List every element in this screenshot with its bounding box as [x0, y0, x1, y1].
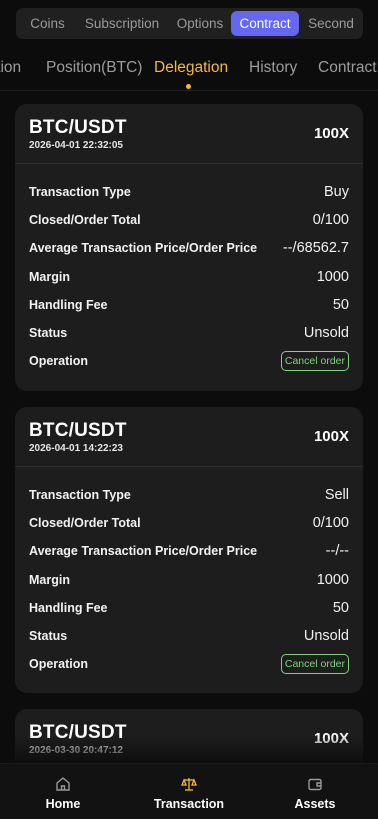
bottom-navigation: Home Transaction Assets: [0, 763, 378, 819]
operation-label: Operation: [29, 657, 89, 672]
detail-value: 50: [332, 599, 349, 616]
detail-label: Average Transaction Price/Order Price: [29, 544, 258, 559]
detail-label: Handling Fee: [29, 297, 108, 312]
detail-value: --/68562.7: [282, 240, 349, 257]
operation-row: Operation Cancel order: [29, 650, 349, 678]
order-card-header: BTC/USDT 2026-04-01 14:22:23 100X: [15, 407, 363, 467]
active-tab-indicator: [186, 84, 191, 89]
detail-row: Status Unsold: [29, 622, 349, 650]
segment-options[interactable]: Options: [169, 11, 231, 36]
tab-history[interactable]: History: [249, 59, 297, 77]
detail-label: Handling Fee: [29, 600, 108, 615]
trading-pair: BTC/USDT: [29, 117, 127, 138]
tab-position[interactable]: Position: [0, 59, 21, 77]
detail-label: Margin: [29, 269, 70, 284]
nav-home-label: Home: [45, 797, 81, 811]
detail-value: 0/100: [312, 212, 349, 229]
order-time: 2026-03-30 20:47:12: [29, 745, 123, 756]
order-time: 2026-04-01 14:22:23: [29, 443, 123, 454]
nav-assets-label: Assets: [294, 797, 336, 811]
scale-icon: [181, 778, 197, 791]
order-card-header: BTC/USDT 2026-04-01 22:32:05 100X: [15, 104, 363, 164]
detail-value: 0/100: [312, 515, 349, 532]
order-time: 2026-04-01 22:32:05: [29, 140, 123, 151]
detail-row: Handling Fee 50: [29, 291, 349, 319]
trading-pair: BTC/USDT: [29, 722, 127, 743]
order-card-header: BTC/USDT 2026-03-30 20:47:12 100X: [15, 709, 363, 769]
operation-row: Operation Cancel order: [29, 347, 349, 375]
detail-label: Margin: [29, 572, 70, 587]
segment-second[interactable]: Second: [299, 11, 363, 36]
detail-label: Transaction Type: [29, 488, 131, 503]
contract-sub-tabs: Position Position(BTC) Delegation Histor…: [0, 52, 378, 90]
detail-row: Margin 1000: [29, 263, 349, 291]
detail-value: Unsold: [303, 325, 349, 342]
detail-label: Average Transaction Price/Order Price: [29, 241, 258, 256]
nav-home[interactable]: Home: [13, 764, 113, 819]
detail-value: 50: [332, 296, 349, 313]
detail-value: 1000: [316, 571, 349, 588]
order-details: Transaction Type Sell Closed/Order Total 0…: [15, 467, 363, 678]
detail-row: Closed/Order Total 0/100: [29, 509, 349, 537]
detail-row: Handling Fee 50: [29, 594, 349, 622]
detail-label: Closed/Order Total: [29, 213, 141, 228]
detail-label: Status: [29, 326, 68, 341]
tabs-divider: [0, 90, 378, 91]
trading-pair: BTC/USDT: [29, 420, 127, 441]
detail-label: Closed/Order Total: [29, 516, 141, 531]
detail-row: Status Unsold: [29, 319, 349, 347]
home-icon: [56, 777, 70, 791]
leverage: 100X: [313, 125, 349, 142]
order-details: Transaction Type Buy Closed/Order Total 0/…: [15, 164, 363, 375]
market-type-segmented-control: Coins Subscription Options Contract Seco…: [16, 8, 363, 39]
order-card: BTC/USDT 2026-04-01 22:32:05 100X Transa…: [15, 104, 363, 391]
tab-position-btc[interactable]: Position(BTC): [46, 59, 142, 77]
cancel-order-button[interactable]: Cancel order: [280, 351, 349, 372]
detail-row: Transaction Type Buy: [29, 178, 349, 206]
wallet-icon: [308, 778, 322, 791]
segment-coins[interactable]: Coins: [20, 11, 75, 36]
detail-label: Status: [29, 629, 68, 644]
detail-row: Transaction Type Sell: [29, 481, 349, 509]
detail-label: Transaction Type: [29, 185, 131, 200]
detail-row: Average Transaction Price/Order Price --/…: [29, 234, 349, 262]
detail-value: Unsold: [303, 628, 349, 645]
segment-subscription[interactable]: Subscription: [75, 11, 169, 36]
tab-delegation[interactable]: Delegation: [154, 59, 228, 77]
detail-value: Buy: [324, 184, 349, 201]
segment-contract[interactable]: Contract: [231, 11, 299, 36]
detail-row: Average Transaction Price/Order Price --/…: [29, 537, 349, 565]
detail-value: --/--: [325, 543, 349, 560]
tab-contract[interactable]: Contract: [318, 59, 377, 77]
nav-assets[interactable]: Assets: [265, 764, 365, 819]
detail-value: 1000: [316, 268, 349, 285]
order-card: BTC/USDT 2026-04-01 14:22:23 100X Transa…: [15, 407, 363, 693]
nav-transaction-label: Transaction: [153, 797, 225, 811]
detail-value: Sell: [324, 487, 349, 504]
leverage: 100X: [313, 730, 349, 747]
detail-row: Closed/Order Total 0/100: [29, 206, 349, 234]
cancel-order-button[interactable]: Cancel order: [280, 654, 349, 675]
nav-transaction[interactable]: Transaction: [139, 764, 239, 819]
operation-label: Operation: [29, 354, 89, 369]
leverage: 100X: [313, 428, 349, 445]
detail-row: Margin 1000: [29, 566, 349, 594]
